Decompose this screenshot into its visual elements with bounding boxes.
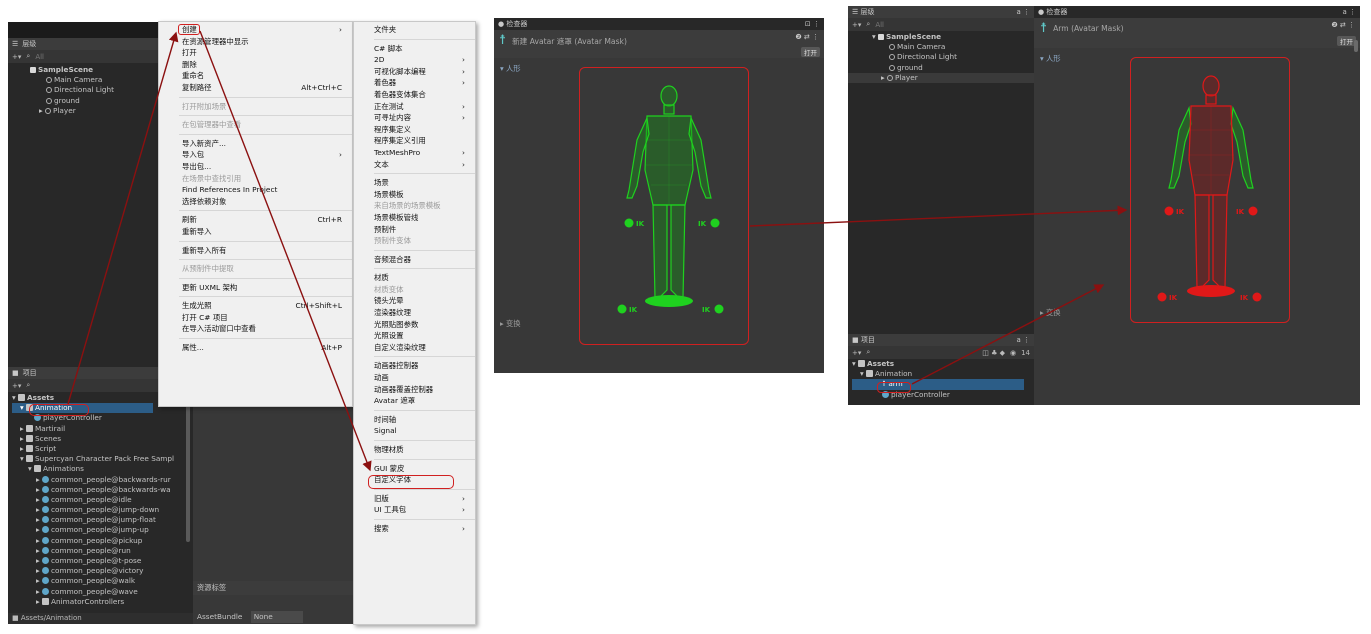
arrow-create-to-avatarmask: [199, 30, 372, 472]
arrow-mid-to-right: [749, 205, 1128, 227]
arrow-arm-to-figure: [911, 284, 1105, 385]
arrow-animation-to-create: [67, 31, 179, 405]
annotation-arrows: [67, 30, 1128, 472]
